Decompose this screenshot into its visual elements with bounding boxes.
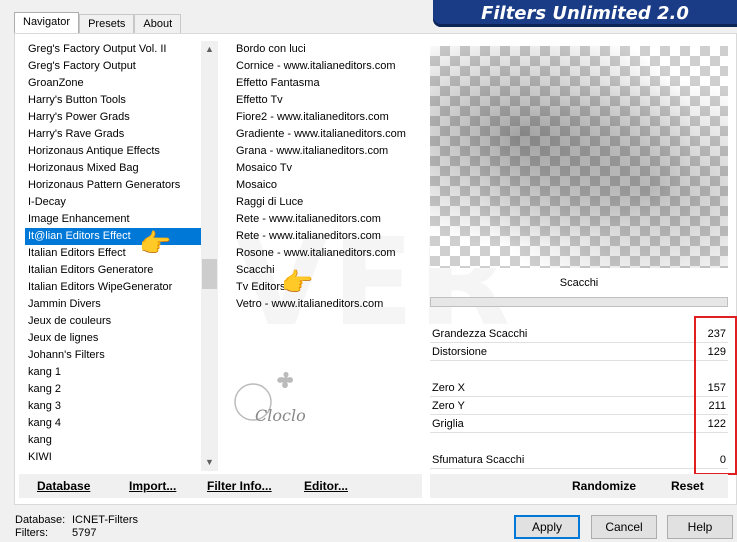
category-item[interactable]: Image Enhancement — [25, 211, 203, 228]
database-button[interactable]: Database — [37, 479, 90, 493]
param-slider-track[interactable] — [430, 360, 728, 361]
filter-item[interactable]: Fiore2 - www.italianeditors.com — [233, 109, 423, 126]
apply-button[interactable]: Apply — [514, 515, 580, 539]
param-row[interactable]: Griglia 122 — [430, 416, 728, 434]
category-item[interactable]: Horizonaus Mixed Bag — [25, 160, 203, 177]
filter-item[interactable]: Cornice - www.italianeditors.com — [233, 58, 423, 75]
param-row[interactable]: Distorsione 129 — [430, 344, 728, 362]
param-row[interactable]: Sfumatura Scacchi 0 — [430, 452, 728, 470]
category-item[interactable]: Italian Editors Generatore — [25, 262, 203, 279]
category-item[interactable]: It@lian Editors Effect — [25, 228, 203, 245]
category-item[interactable]: Horizonaus Antique Effects — [25, 143, 203, 160]
category-scrollbar[interactable]: ▲ ▼ — [201, 41, 218, 471]
tab-about[interactable]: About — [134, 14, 182, 34]
filter-list: Bordo con luci Cornice - www.italianedito… — [233, 41, 423, 313]
category-item[interactable]: Johann's Filters — [25, 347, 203, 364]
randomize-button[interactable]: Randomize — [572, 479, 636, 493]
category-item[interactable]: kang 1 — [25, 364, 203, 381]
category-item[interactable]: Jammin Divers — [25, 296, 203, 313]
category-item[interactable]: kang 3 — [25, 398, 203, 415]
param-row[interactable]: Zero Y 211 — [430, 398, 728, 416]
filter-preview-image — [430, 46, 728, 268]
param-label: Sfumatura Scacchi — [432, 454, 525, 466]
param-slider-track[interactable] — [430, 396, 728, 397]
reset-button[interactable]: Reset — [671, 479, 704, 493]
category-item[interactable]: Harry's Button Tools — [25, 92, 203, 109]
category-item[interactable]: Harry's Power Grads — [25, 109, 203, 126]
param-slider-track[interactable] — [430, 432, 728, 433]
param-slider-track[interactable] — [430, 468, 728, 469]
pointing-hand-icon: 👉 — [281, 267, 314, 297]
logo-text: Cloclo — [255, 406, 306, 425]
category-item[interactable]: Harry's Rave Grads — [25, 126, 203, 143]
category-item[interactable]: GroanZone — [25, 75, 203, 92]
database-label: Database: — [15, 514, 66, 526]
value-highlight-box — [694, 316, 737, 475]
tab-navigator[interactable]: Navigator — [14, 12, 80, 34]
param-label: Zero Y — [432, 400, 465, 412]
filters-count: 5797 — [72, 527, 97, 539]
navigator-panel: VER Greg's Factory Output Vol. II Greg's … — [14, 33, 737, 505]
category-item[interactable]: KIWI — [25, 449, 203, 466]
category-item[interactable]: Jeux de lignes — [25, 330, 203, 347]
category-item[interactable]: kang — [25, 432, 203, 449]
filter-item[interactable]: Rete - www.italianeditors.com — [233, 211, 423, 228]
filter-item[interactable]: Mosaico Tv — [233, 160, 423, 177]
left-toolbar: Database Import... Filter Info... Editor… — [19, 474, 422, 498]
param-label: Zero X — [432, 382, 466, 394]
param-label: Grandezza Scacchi — [432, 328, 528, 340]
filter-name-bar — [430, 297, 728, 307]
right-toolbar: Randomize Reset — [430, 474, 728, 498]
filter-item[interactable]: Rete - www.italianeditors.com — [233, 228, 423, 245]
tab-bar: Navigator Presets About — [14, 12, 182, 34]
filter-info-button[interactable]: Filter Info... — [207, 479, 272, 493]
filter-item[interactable]: Mosaico — [233, 177, 423, 194]
scrollbar-thumb[interactable] — [202, 259, 217, 289]
status-area: Database: ICNET-Filters Filters: 5797 — [15, 514, 138, 540]
param-row[interactable]: Zero X 157 — [430, 380, 728, 398]
scroll-down-icon[interactable]: ▼ — [201, 454, 218, 471]
category-item[interactable]: Horizonaus Pattern Generators — [25, 177, 203, 194]
category-list: Greg's Factory Output Vol. II Greg's Fact… — [25, 41, 203, 466]
category-item[interactable]: kang 2 — [25, 381, 203, 398]
filter-item[interactable]: Rosone - www.italianeditors.com — [233, 245, 423, 262]
import-button[interactable]: Import... — [129, 479, 176, 493]
category-item[interactable]: Italian Editors Effect — [25, 245, 203, 262]
param-label: Distorsione — [432, 346, 488, 358]
param-row[interactable]: Grandezza Scacchi 237 — [430, 326, 728, 344]
category-item[interactable]: Italian Editors WipeGenerator — [25, 279, 203, 296]
filter-item[interactable]: Vetro - www.italianeditors.com — [233, 296, 423, 313]
filter-item[interactable]: Scacchi — [233, 262, 423, 279]
category-item[interactable]: Greg's Factory Output — [25, 58, 203, 75]
scroll-up-icon[interactable]: ▲ — [201, 41, 218, 58]
selected-filter-name: Scacchi — [559, 277, 599, 289]
filter-item[interactable]: Bordo con luci — [233, 41, 423, 58]
pointing-hand-icon: 👉 — [139, 228, 172, 258]
filter-item[interactable]: Effetto Fantasma — [233, 75, 423, 92]
help-button[interactable]: Help — [667, 515, 733, 539]
filter-item[interactable]: Tv Editors — [233, 279, 423, 296]
param-slider-track[interactable] — [430, 414, 728, 415]
editor-button[interactable]: Editor... — [304, 479, 348, 493]
param-label: Griglia — [432, 418, 464, 430]
filter-item[interactable]: Gradiente - www.italianeditors.com — [233, 126, 423, 143]
filter-item[interactable]: Grana - www.italianeditors.com — [233, 143, 423, 160]
database-value: ICNET-Filters — [72, 514, 138, 526]
app-title-banner: Filters Unlimited 2.0 — [433, 0, 737, 27]
param-slider-track[interactable] — [430, 342, 728, 343]
category-item[interactable]: Greg's Factory Output Vol. II — [25, 41, 203, 58]
filters-label: Filters: — [15, 527, 48, 539]
filter-item[interactable]: Effetto Tv — [233, 92, 423, 109]
category-item[interactable]: I-Decay — [25, 194, 203, 211]
cancel-button[interactable]: Cancel — [591, 515, 657, 539]
filter-item[interactable]: Raggi di Luce — [233, 194, 423, 211]
category-item[interactable]: Jeux de couleurs — [25, 313, 203, 330]
tab-presets[interactable]: Presets — [79, 14, 135, 34]
category-item[interactable]: kang 4 — [25, 415, 203, 432]
